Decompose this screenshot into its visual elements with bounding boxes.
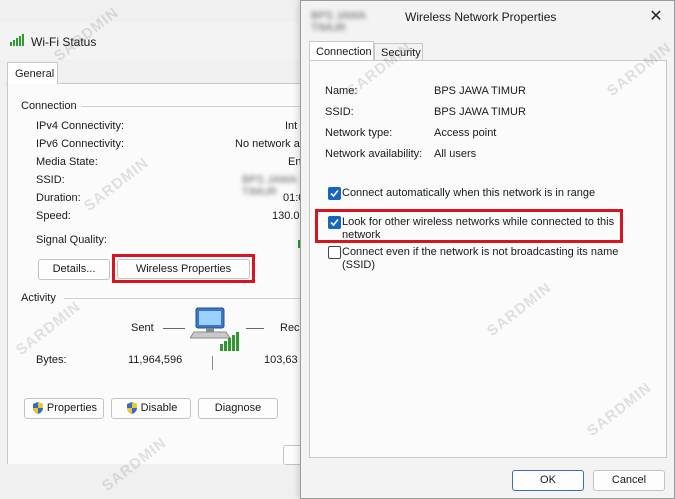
wifi-signal-icon [10,34,24,46]
received-label: Rec [280,322,300,334]
title-ssid: BPS JAWA TIMUR [311,10,366,34]
checkmark-icon [330,218,339,227]
ssid-label: SSID: [36,174,65,186]
look-for-other-networks-checkbox[interactable] [328,216,341,229]
cancel-button[interactable]: Cancel [593,470,665,491]
ok-button[interactable]: OK [512,470,584,491]
wireless-properties-window: BPS JAWA TIMUR Wireless Network Properti… [300,0,675,499]
network-availability-value: All users [434,148,477,160]
bytes-received: 103,63 [264,354,298,366]
ssid-value: BPS JAWA TIMUR [434,106,526,118]
tab-label: General [15,68,55,80]
ipv6-value: No network a [235,138,300,150]
tab-general[interactable]: General [7,62,58,84]
ipv4-value: Int [285,120,298,132]
connection-group-label: Connection [21,100,81,112]
activity-group-label: Activity [21,292,60,304]
wifi-status-window: Wi-Fi Status General Connection IPv4 Con… [0,0,324,499]
group-divider [75,106,318,107]
diagnose-button[interactable]: Diagnose [198,398,278,419]
media-state-label: Media State: [36,156,98,168]
ipv4-label: IPv4 Connectivity: [36,120,125,132]
close-icon[interactable]: ✕ [645,7,667,27]
network-computer-icon [190,307,239,351]
tab-connection[interactable]: Connection [309,41,374,61]
bytes-label: Bytes: [36,354,67,366]
speed-label: Speed: [36,210,71,222]
group-divider [64,298,318,299]
properties-button-label: Properties [46,402,98,414]
sent-label: Sent [131,322,154,334]
connect-not-broadcasting-checkbox[interactable] [328,246,341,259]
properties-button[interactable]: Properties [24,398,104,419]
connect-automatically-label[interactable]: Connect automatically when this network … [342,187,595,199]
disable-button[interactable]: Disable [111,398,191,419]
received-line [246,328,264,329]
uac-shield-icon [126,402,137,415]
details-button[interactable]: Details... [38,259,110,280]
name-value: BPS JAWA TIMUR [434,85,526,97]
network-type-label: Network type: [325,127,393,139]
network-availability-label: Network availability: [325,148,423,160]
bytes-sent: 11,964,596 [128,354,183,366]
look-for-other-networks-label-cont[interactable]: network [342,229,381,241]
disable-button-label: Disable [140,402,178,414]
ssid-label: SSID: [325,106,354,118]
connect-not-broadcasting-label[interactable]: Connect even if the network is not broad… [342,246,618,258]
look-for-other-networks-label[interactable]: Look for other wireless networks while c… [342,216,614,228]
speed-value: 130.0 [272,210,300,222]
signal-quality-label: Signal Quality: [36,234,107,246]
network-type-value: Access point [434,127,497,139]
duration-label: Duration: [36,192,81,204]
ipv6-label: IPv6 Connectivity: [36,138,125,150]
sent-line [163,328,185,329]
connect-automatically-checkbox[interactable] [328,187,341,200]
connect-not-broadcasting-label-cont[interactable]: (SSID) [342,259,375,271]
uac-shield-icon [32,402,43,415]
wireless-properties-button[interactable]: Wireless Properties [117,259,250,279]
activity-divider [212,356,213,370]
checkmark-icon [330,189,339,198]
tab-label: Connection [316,46,372,58]
window-title: Wireless Network Properties [405,10,557,24]
